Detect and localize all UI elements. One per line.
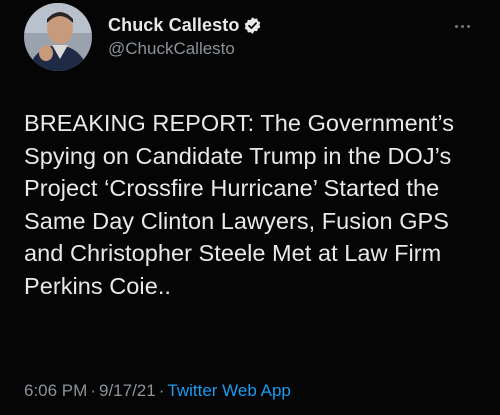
tweet-metadata: 6:06 PM · 9/17/21 · Twitter Web App — [24, 381, 291, 401]
display-name-row: Chuck Callesto — [108, 13, 262, 37]
tweet-header: Chuck Callesto @ChuckCallesto — [24, 3, 476, 75]
profile-photo-icon — [24, 3, 92, 71]
handle[interactable]: @ChuckCallesto — [108, 39, 262, 59]
separator: · — [90, 381, 96, 400]
source-app-link[interactable]: Twitter Web App — [167, 381, 290, 400]
tweet-time[interactable]: 6:06 PM — [24, 381, 87, 400]
verified-badge-icon — [243, 16, 262, 35]
dot — [466, 24, 470, 28]
more-options-icon[interactable] — [448, 17, 476, 35]
avatar[interactable] — [24, 3, 92, 71]
display-name[interactable]: Chuck Callesto — [108, 15, 239, 36]
author-names: Chuck Callesto @ChuckCallesto — [108, 13, 262, 59]
tweet-date[interactable]: 9/17/21 — [99, 381, 156, 400]
dot — [454, 24, 458, 28]
tweet-card: Chuck Callesto @ChuckCallesto BREAKING R… — [0, 0, 500, 415]
separator: · — [158, 381, 165, 400]
dot — [460, 24, 464, 28]
tweet-text: BREAKING REPORT: The Government’s Spying… — [24, 110, 455, 299]
